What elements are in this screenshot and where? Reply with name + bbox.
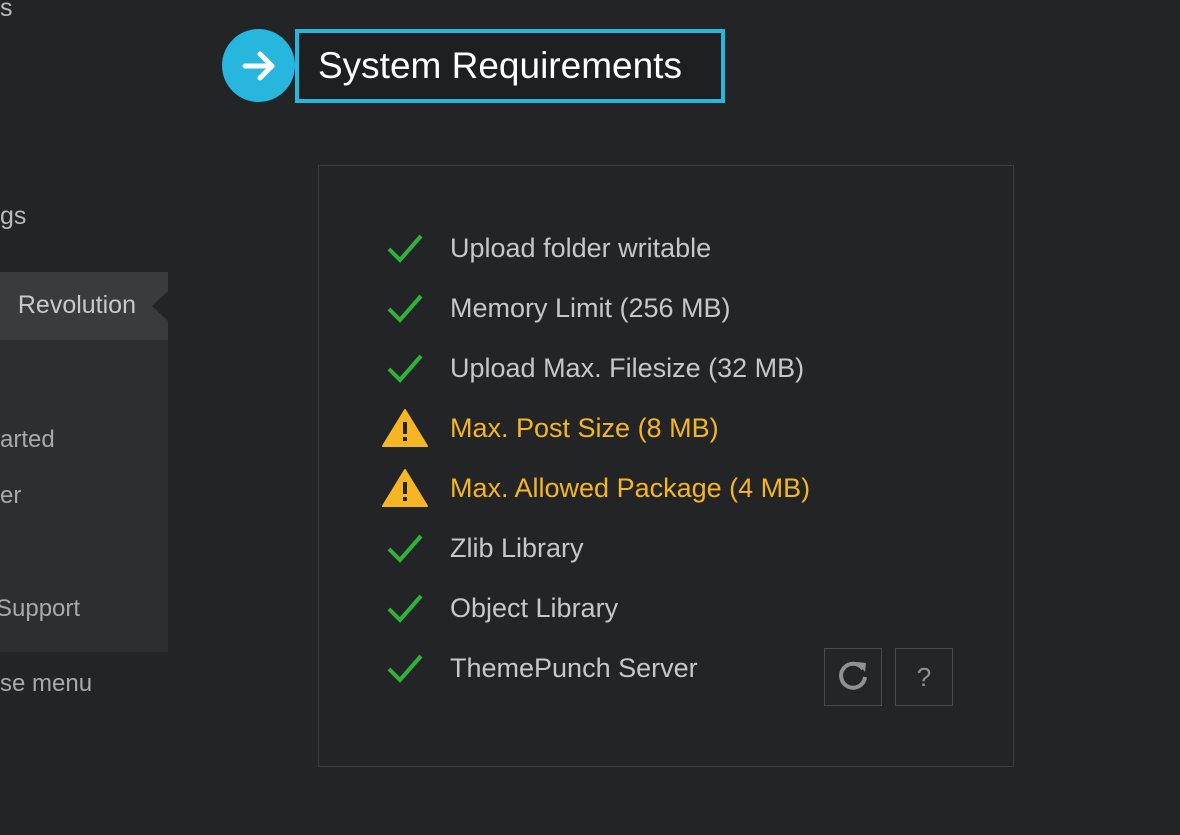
sidebar-item-top[interactable]: s [0,0,13,23]
check-icon [381,348,429,388]
check-icon [381,228,429,268]
requirements-panel: Upload folder writable Memory Limit (256… [318,165,1014,767]
requirement-row: Upload folder writable [381,228,711,268]
check-icon [381,288,429,328]
sidebar-item-settings[interactable]: gs [0,202,26,231]
requirement-row: Zlib Library [381,528,584,568]
refresh-button[interactable] [824,648,882,706]
check-icon [381,588,429,628]
active-indicator-arrow [152,291,168,321]
requirement-row: Upload Max. Filesize (32 MB) [381,348,804,388]
warning-icon [381,408,429,448]
page: s gs Revolution arted er Support se menu… [0,0,1180,835]
requirement-row: ThemePunch Server [381,648,698,688]
requirement-row: Max. Post Size (8 MB) [381,408,719,448]
sidebar-item-label: Revolution [17,291,136,319]
arrow-right-icon [222,29,295,102]
sidebar-item-collapse-menu[interactable]: se menu [0,670,92,698]
requirement-row: Memory Limit (256 MB) [381,288,731,328]
requirement-label: Max. Allowed Package (4 MB) [450,472,811,503]
requirement-label: ThemePunch Server [450,652,698,683]
sidebar-item-other[interactable]: er [0,482,21,510]
requirement-label: Memory Limit (256 MB) [450,292,731,323]
requirement-row: Object Library [381,588,618,628]
page-title: System Requirements [318,45,682,86]
help-label: ? [916,661,932,692]
requirement-label: Upload folder writable [450,232,712,263]
refresh-icon [835,657,871,698]
requirement-label: Max. Post Size (8 MB) [450,412,719,443]
sidebar-item-support[interactable]: Support [0,595,80,623]
requirement-label: Object Library [450,592,619,623]
requirement-row: Max. Allowed Package (4 MB) [381,468,810,508]
sidebar-item-getting-started[interactable]: arted [0,426,55,454]
warning-icon [381,468,429,508]
check-icon [381,528,429,568]
requirement-label: Zlib Library [450,532,584,563]
help-button[interactable]: ? [895,648,953,706]
sidebar-item-revolution[interactable]: Revolution [0,272,168,340]
check-icon [381,648,429,688]
requirement-label: Upload Max. Filesize (32 MB) [450,352,805,383]
sidebar: s gs Revolution arted er Support se menu [0,0,168,835]
page-title-box: System Requirements [295,29,725,103]
